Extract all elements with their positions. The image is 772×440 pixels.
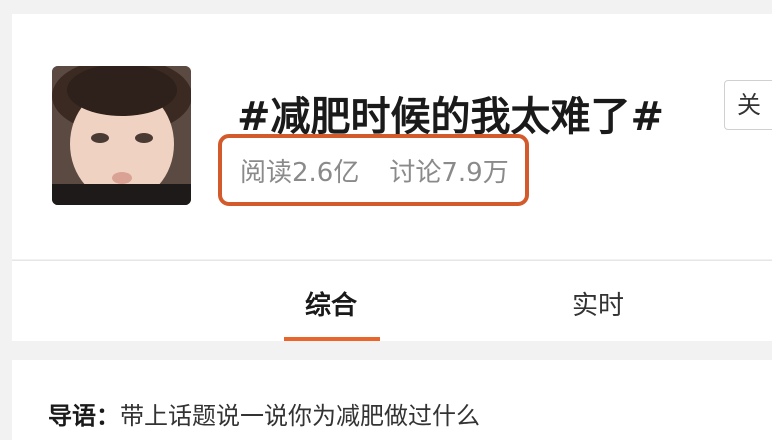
read-count: 阅读2.6亿 — [240, 157, 360, 188]
topic-stats-highlight: 阅读2.6亿 讨论7.9万 — [218, 134, 529, 206]
active-tab-indicator — [284, 337, 380, 341]
discussion-count: 讨论7.9万 — [389, 157, 509, 188]
intro-text: 带上话题说一说你为减肥做过什么 — [120, 402, 480, 430]
follow-button[interactable]: 关 — [724, 80, 772, 130]
tab-realtime[interactable]: 实时 — [572, 285, 624, 322]
topic-avatar — [52, 66, 191, 205]
topic-header-card: #减肥时候的我太难了# 阅读2.6亿 讨论7.9万 关 — [12, 14, 772, 259]
topic-tabs: 综合 实时 — [12, 260, 772, 341]
intro-label: 导语： — [48, 402, 120, 430]
topic-intro: 导语：带上话题说一说你为减肥做过什么 — [48, 396, 480, 431]
topic-intro-card: 导语：带上话题说一说你为减肥做过什么 — [12, 360, 772, 440]
tab-comprehensive[interactable]: 综合 — [305, 285, 357, 322]
